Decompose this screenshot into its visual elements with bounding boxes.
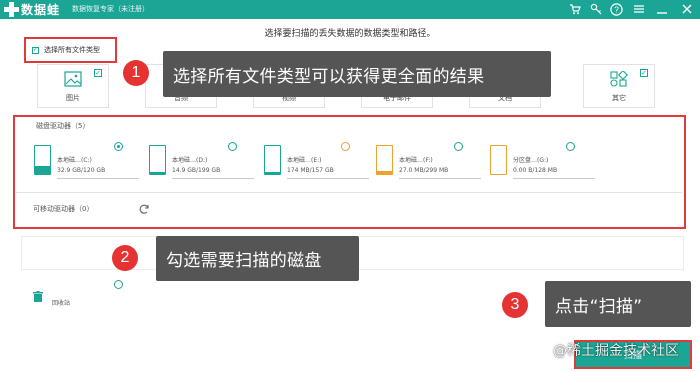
drive-icon (490, 145, 507, 175)
callout-3-text: 点击“扫描” (555, 296, 643, 317)
disk-e-radio[interactable] (341, 142, 350, 151)
disk-name: 分区盘…(G:) (513, 157, 549, 164)
app-window: 数据蛙 数据恢复专家（未注册） ? 选择要扫描的丢失数据的数据类型和路径。 ✓ … (0, 0, 700, 372)
callout-1-text: 选择所有文件类型可以获得更全面的结果 (173, 66, 485, 87)
watermark: @稀土掘金技术社区 (553, 343, 679, 359)
recycle-bin-radio[interactable] (114, 280, 123, 289)
file-type-others[interactable]: ✓ 其它 (583, 64, 655, 108)
disk-d-radio[interactable] (228, 142, 237, 151)
picture-icon (64, 71, 82, 87)
disk-g-radio[interactable] (566, 142, 575, 151)
recycle-bin-label: 回收站 (52, 300, 71, 307)
app-subtitle: 数据恢复专家（未注册） (72, 5, 149, 13)
disk-size: 27.0 MB/299 MB (399, 167, 449, 174)
drive-icon (264, 145, 281, 175)
callout-2: 勾选需要扫描的磁盘 (156, 236, 359, 281)
logo-icon (4, 2, 19, 17)
disk-name: 本地磁…(E:) (287, 157, 322, 164)
file-type-pictures[interactable]: ✓ 图片 (37, 64, 109, 108)
disk-usage-bar (57, 178, 139, 179)
disk-item-d[interactable]: 本地磁…(D:) 14.9 GB/199 GB (145, 143, 255, 183)
disk-size: 32.9 GB/120 GB (57, 167, 106, 174)
disk-c-radio[interactable] (114, 142, 123, 151)
disk-size: 0.00 B/128 MB (513, 167, 558, 174)
disk-usage-bar (399, 178, 481, 179)
recycle-bin-icon[interactable] (33, 291, 43, 302)
disk-size: 14.9 GB/199 GB (172, 167, 221, 174)
disk-name: 本地磁…(D:) (172, 157, 208, 164)
file-type-label: 其它 (612, 94, 626, 102)
removable-section-title: 可移动驱动器（0） (33, 205, 94, 213)
checkbox-icon[interactable]: ✓ (32, 46, 39, 54)
drive-icon (149, 145, 166, 175)
refresh-icon[interactable] (138, 203, 150, 215)
drive-icon (34, 145, 51, 175)
cart-icon[interactable] (568, 2, 582, 16)
disk-f-radio[interactable] (454, 142, 463, 151)
callout-3: 点击“扫描” (545, 281, 691, 327)
svg-text:?: ? (614, 4, 619, 14)
disk-usage-bar (287, 178, 369, 179)
menu-icon[interactable] (632, 2, 646, 16)
select-all-label: 选择所有文件类型 (44, 46, 100, 54)
disk-usage-bar (172, 178, 254, 179)
callout-1-badge: 1 (123, 60, 149, 86)
checkbox-icon[interactable]: ✓ (640, 69, 648, 77)
others-icon (610, 71, 628, 87)
app-name: 数据蛙 (21, 3, 61, 17)
checkbox-icon[interactable]: ✓ (94, 69, 102, 77)
disk-item-g[interactable]: 分区盘…(G:) 0.00 B/128 MB (486, 143, 596, 183)
disk-name: 本地磁…(F:) (399, 157, 433, 164)
minimize-icon[interactable] (655, 2, 669, 16)
file-type-label: 图片 (66, 94, 80, 102)
close-icon[interactable] (680, 2, 694, 16)
disk-name: 本地磁…(C:) (57, 157, 92, 164)
key-icon[interactable] (589, 2, 603, 16)
callout-1: 选择所有文件类型可以获得更全面的结果 (163, 51, 551, 97)
help-icon[interactable]: ? (609, 2, 623, 16)
callout-2-text: 勾选需要扫描的磁盘 (166, 251, 322, 271)
disk-item-e[interactable]: 本地磁…(E:) 174 MB/157 GB (260, 143, 370, 183)
disk-usage-bar (513, 178, 595, 179)
callout-2-badge: 2 (112, 245, 138, 271)
disk-item-c[interactable]: 本地磁…(C:) 32.9 GB/120 GB (30, 143, 140, 183)
select-all-types-checkbox[interactable]: ✓ 选择所有文件类型 (24, 37, 117, 63)
section-divider (16, 192, 682, 193)
disk-section-title: 磁盘驱动器（5） (36, 122, 90, 130)
drive-icon (376, 145, 393, 175)
disk-size: 174 MB/157 GB (287, 167, 334, 174)
disk-item-f[interactable]: 本地磁…(F:) 27.0 MB/299 MB (372, 143, 482, 183)
callout-3-badge: 3 (502, 292, 528, 318)
title-bar: 数据蛙 数据恢复专家（未注册） ? (0, 0, 700, 19)
